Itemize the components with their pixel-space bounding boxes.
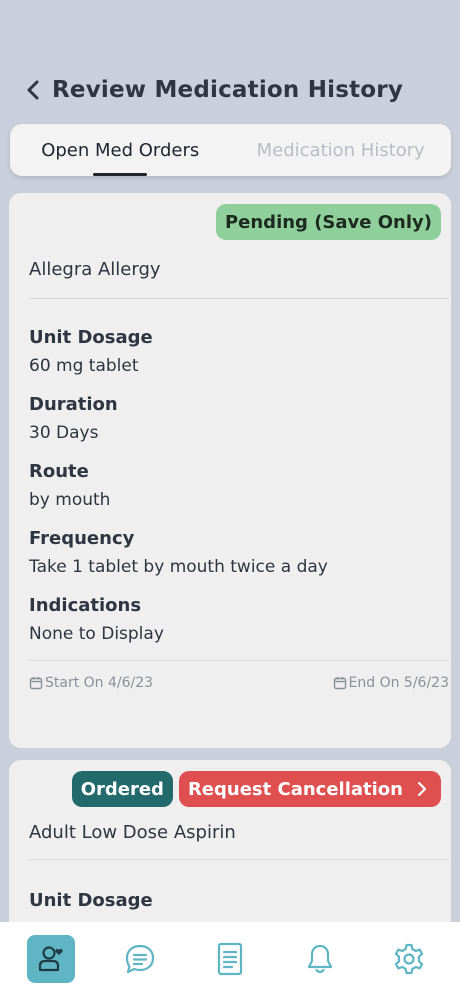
document-icon <box>217 942 243 976</box>
chevron-left-icon <box>27 80 39 100</box>
start-date-text: Start On 4/6/23 <box>45 675 154 691</box>
calendar-icon <box>29 677 43 690</box>
end-date: End On 5/6/23 <box>333 675 449 691</box>
card-status-row: Pending (Save Only) <box>19 193 441 240</box>
page-title: Review Medication History <box>52 77 404 103</box>
bottom-nav <box>0 922 460 996</box>
nav-settings[interactable] <box>385 935 433 983</box>
frequency-label: Frequency <box>29 528 135 549</box>
status-badge: Pending (Save Only) <box>215 204 441 240</box>
request-cancellation-button[interactable]: Request Cancellation <box>178 771 441 807</box>
unit-dosage-label: Unit Dosage <box>29 327 153 348</box>
calendar-icon <box>333 677 346 690</box>
nav-profile[interactable] <box>26 935 75 983</box>
nav-notifications[interactable] <box>296 935 344 983</box>
tab-open-med-orders[interactable]: Open Med Orders <box>10 124 231 176</box>
order-details: Unit Dosage <box>19 860 441 911</box>
duration-value: 30 Days <box>29 423 99 443</box>
tab-medication-history[interactable]: Medication History <box>231 124 452 176</box>
unit-dosage-value: 60 mg tablet <box>29 356 139 376</box>
route-label: Route <box>29 461 89 482</box>
indications-label: Indications <box>29 595 142 616</box>
back-button[interactable] <box>20 75 46 105</box>
medication-name: Allegra Allergy <box>29 259 161 280</box>
status-badge: Ordered <box>71 771 173 807</box>
date-row: Start On 4/6/23 End On 5/6/23 <box>19 661 449 691</box>
indications-value: None to Display <box>29 624 164 644</box>
gear-icon <box>394 943 424 975</box>
chevron-right-icon <box>417 781 427 797</box>
request-cancellation-label: Request Cancellation <box>187 778 403 800</box>
card-status-row: Ordered Request Cancellation <box>19 760 441 807</box>
frequency-value: Take 1 tablet by mouth twice a day <box>29 557 328 577</box>
end-date-text: End On 5/6/23 <box>348 675 449 691</box>
header: Review Medication History <box>0 66 460 114</box>
chat-icon <box>126 944 155 974</box>
route-value: by mouth <box>29 490 111 510</box>
unit-dosage-label: Unit Dosage <box>29 890 153 911</box>
tab-bar: Open Med Orders Medication History <box>10 124 451 176</box>
duration-label: Duration <box>29 394 118 415</box>
med-order-card[interactable]: Pending (Save Only) Allegra Allergy Unit… <box>9 193 451 748</box>
nav-messages[interactable] <box>116 935 164 983</box>
medication-name: Adult Low Dose Aspirin <box>29 822 236 843</box>
order-details: Unit Dosage 60 mg tablet Duration 30 Day… <box>19 299 441 644</box>
profile-icon <box>38 946 63 972</box>
nav-records[interactable] <box>206 935 254 983</box>
start-date: Start On 4/6/23 <box>29 675 153 691</box>
screen: Review Medication History Open Med Order… <box>0 0 460 996</box>
bell-icon <box>307 944 332 974</box>
